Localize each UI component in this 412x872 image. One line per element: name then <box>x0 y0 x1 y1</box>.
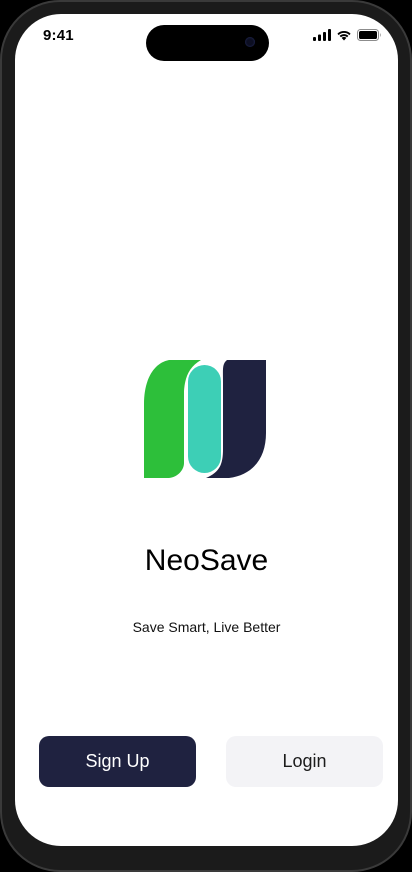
signup-button[interactable]: Sign Up <box>39 736 196 787</box>
status-icons <box>313 29 382 41</box>
status-time: 9:41 <box>43 27 74 44</box>
login-button[interactable]: Login <box>226 736 383 787</box>
phone-frame: 9:41 NeoSave Save Smart, Live Better Sig… <box>0 0 412 872</box>
camera-icon <box>245 37 255 47</box>
app-name: NeoSave <box>144 544 269 577</box>
battery-icon <box>357 29 381 41</box>
screen: 9:41 NeoSave Save Smart, Live Better Sig… <box>15 14 398 846</box>
neosave-logo <box>144 360 266 478</box>
wifi-icon <box>337 30 351 41</box>
logo-teal-pill <box>188 365 221 473</box>
dynamic-island <box>146 25 269 61</box>
tagline: Save Smart, Live Better <box>132 619 281 635</box>
cellular-signal-icon <box>313 29 331 41</box>
